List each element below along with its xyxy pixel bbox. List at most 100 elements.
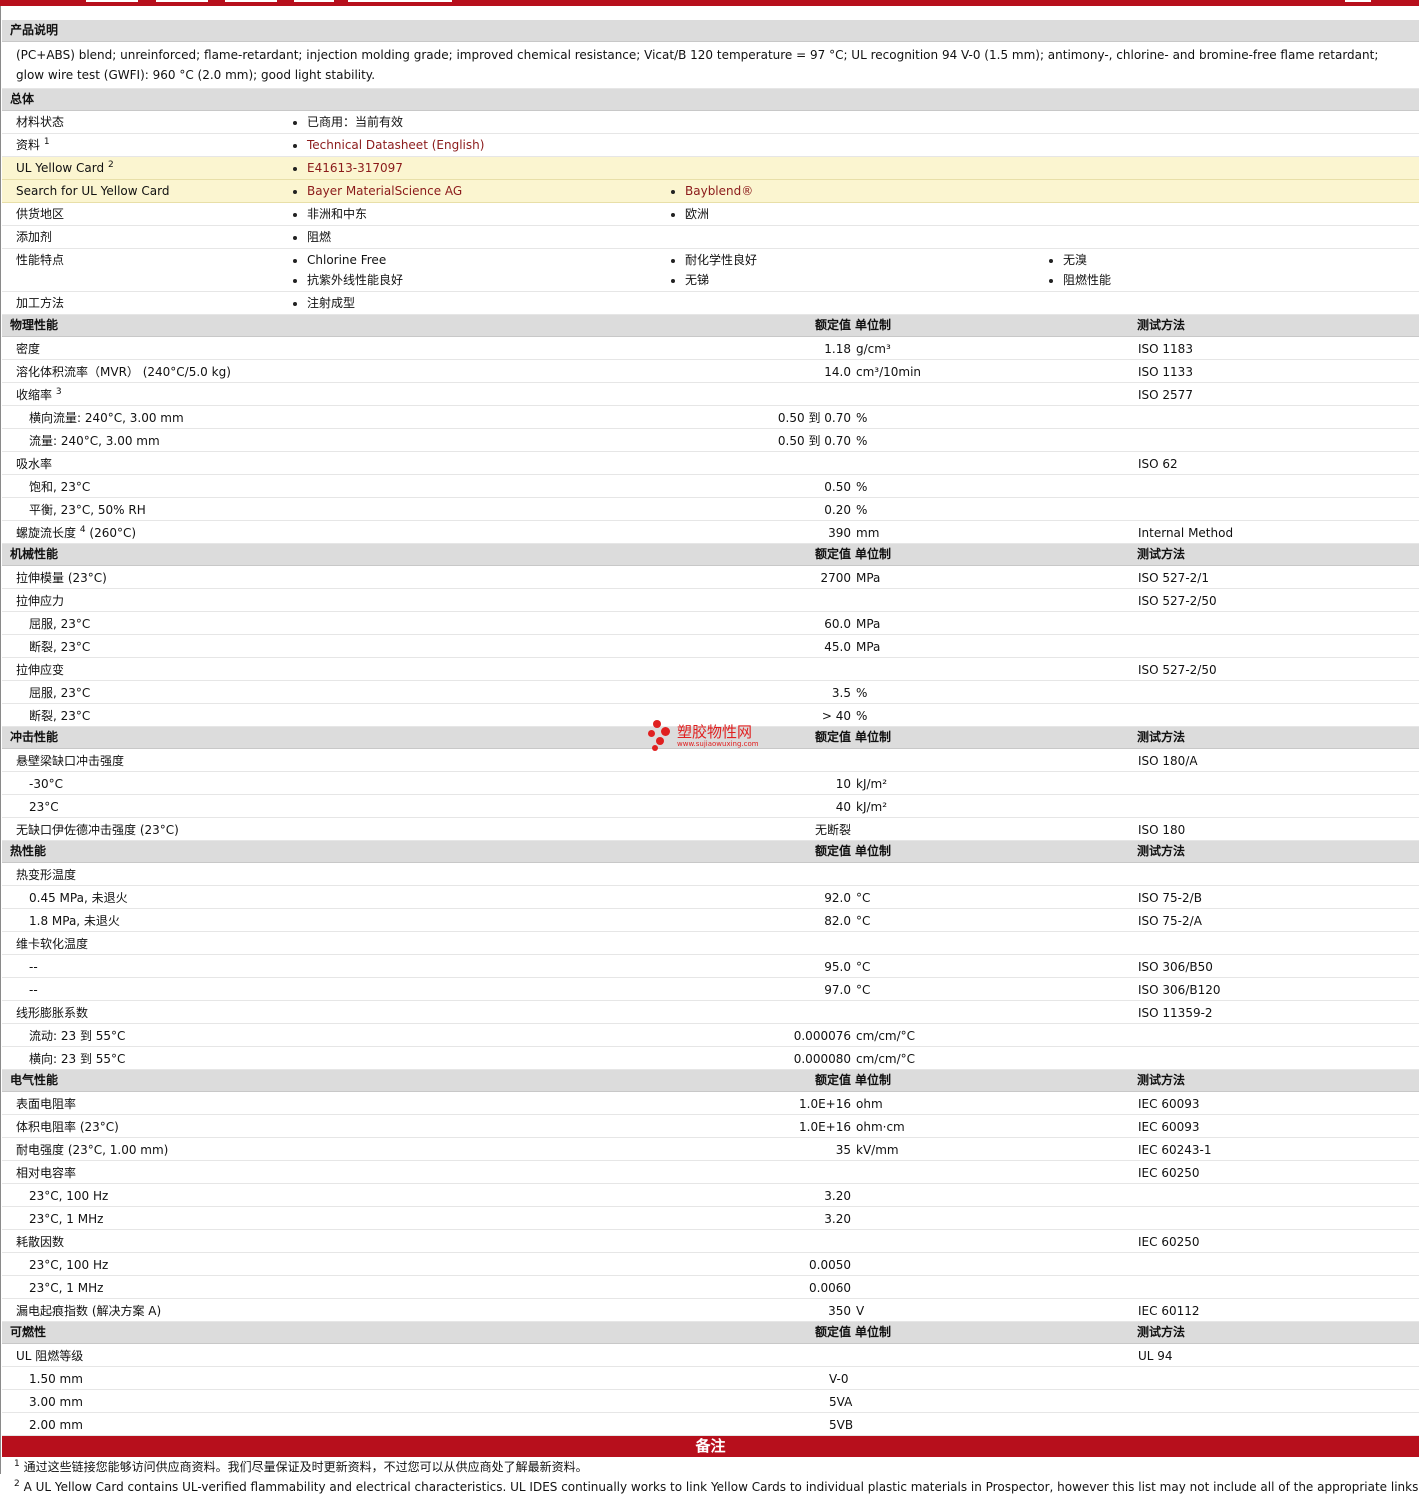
property-value: 5VB <box>829 1418 854 1432</box>
property-label-text: 螺旋流长度 <box>16 526 77 540</box>
property-row: 体积电阻率 (23°C) 1.0E+16 ohm·cm IEC 60093 <box>2 1115 1419 1138</box>
nav-tab-6[interactable] <box>1345 0 1371 2</box>
property-test-method: ISO 306/B50 <box>1138 960 1213 974</box>
property-test-method: ISO 527-2/1 <box>1138 571 1209 585</box>
property-row: 吸水率 ISO 62 <box>2 452 1419 475</box>
general-title: 总体 <box>10 92 35 106</box>
property-label: 表面电阻率 <box>16 1093 76 1115</box>
general-item: 耐化学性良好 <box>670 252 757 269</box>
property-value: 0.000076 <box>793 1029 851 1043</box>
property-row: 表面电阻率 1.0E+16 ohm IEC 60093 <box>2 1092 1419 1115</box>
general-link[interactable]: Bayer MaterialScience AG <box>292 183 462 200</box>
property-test-method: ISO 2577 <box>1138 388 1193 402</box>
property-label-text: 0.45 MPa, 未退火 <box>29 891 128 905</box>
watermark-dots-icon <box>647 719 675 755</box>
general-link[interactable]: E41613-317097 <box>292 160 403 177</box>
property-label-text: 横向: 23 到 55°C <box>29 1052 126 1066</box>
general-link[interactable]: Bayblend® <box>670 183 753 200</box>
nav-tab-3[interactable] <box>225 0 277 2</box>
property-test-method: ISO 1133 <box>1138 365 1193 379</box>
property-sections: 物理性能 额定值 单位制 测试方法 密度 1.18 g/cm³ ISO 1183 溶化体积流率（… <box>2 315 1419 1436</box>
property-label: -- <box>29 979 38 1001</box>
col-header-unit: 单位制 <box>855 547 892 561</box>
property-label-text: 3.00 mm <box>29 1395 83 1409</box>
property-test-method: IEC 60250 <box>1138 1166 1200 1180</box>
property-label: 相对电容率 <box>16 1162 76 1184</box>
property-label-text: 平衡, 23°C, 50% RH <box>29 503 146 517</box>
property-row: 饱和, 23°C 0.50% <box>2 475 1419 498</box>
general-row: UL Yellow Card 2 E41613-317097 <box>2 157 1419 180</box>
general-row-label-text: UL Yellow Card <box>16 161 105 175</box>
nav-tab-4[interactable] <box>294 0 334 2</box>
property-row: 溶化体积流率（MVR） (240°C/5.0 kg) 14.0 cm³/10min I… <box>2 360 1419 383</box>
footnote-ref: 2 <box>107 160 114 170</box>
property-label-text: -- <box>29 983 38 997</box>
property-label: 耐电强度 (23°C, 1.00 mm) <box>16 1139 168 1161</box>
nav-tab-5[interactable] <box>348 0 452 2</box>
property-label: 溶化体积流率（MVR） (240°C/5.0 kg) <box>16 361 231 383</box>
property-unit: MPa <box>856 640 881 654</box>
property-label-text: 23°C, 1 MHz <box>29 1281 104 1295</box>
property-unit: mm <box>856 526 880 540</box>
property-label-text: 23°C, 100 Hz <box>29 1258 109 1272</box>
property-row: 1.8 MPa, 未退火 82.0 °C ISO 75-2/A <box>2 909 1419 932</box>
col-header-value: 额定值 <box>814 844 851 858</box>
nav-tab-1[interactable] <box>86 0 138 2</box>
property-row: 断裂, 23°C 45.0 MPa <box>2 635 1419 658</box>
property-label-text: 拉伸应变 <box>16 663 65 677</box>
property-label: 耗散因数 <box>16 1231 64 1253</box>
property-unit: ohm·cm <box>856 1120 905 1134</box>
property-row: 1.50 mm V-0 <box>2 1367 1419 1390</box>
section-header: 电气性能 额定值 单位制 测试方法 <box>2 1070 1419 1092</box>
property-value: 14.0 <box>824 365 851 379</box>
property-row: 屈服, 23°C 60.0 MPa <box>2 612 1419 635</box>
property-value: 0.0050 <box>809 1258 851 1272</box>
property-unit: cm/cm/°C <box>856 1052 916 1066</box>
product-description-text: (PC+ABS) blend; unreinforced; flame-reta… <box>2 42 1419 89</box>
property-value: 35 <box>835 1143 851 1157</box>
property-label: 螺旋流长度 4 (260°C) <box>16 522 136 544</box>
property-test-method: IEC 60093 <box>1138 1120 1200 1134</box>
property-label: 无缺口伊佐德冲击强度 (23°C) <box>16 819 179 841</box>
general-row-label-text: 性能特点 <box>16 253 65 267</box>
property-value: 3.20 <box>824 1189 851 1203</box>
property-test-method: ISO 62 <box>1138 457 1178 471</box>
property-test-method: ISO 75-2/B <box>1138 891 1202 905</box>
property-label: 屈服, 23°C <box>29 682 90 704</box>
general-row: 添加剂 阻燃 <box>2 226 1419 249</box>
col-header-value: 额定值 <box>814 1073 851 1087</box>
property-test-method: ISO 75-2/A <box>1138 914 1202 928</box>
general-row-label-text: 加工方法 <box>16 296 65 310</box>
property-value: 0.50 到 0.70 <box>777 434 851 448</box>
property-label: 热变形温度 <box>16 864 76 886</box>
property-row: 横向: 23 到 55°C 0.000080 cm/cm/°C <box>2 1047 1419 1070</box>
col-header-method: 测试方法 <box>1137 318 1186 332</box>
property-value: 1.0E+16 <box>799 1097 851 1111</box>
property-unit: % <box>856 411 868 425</box>
property-row: 23°C, 100 Hz 3.20 <box>2 1184 1419 1207</box>
property-label: 横向流量: 240°C, 3.00 mm <box>29 407 184 429</box>
property-label: 23°C, 1 MHz <box>29 1208 103 1230</box>
property-test-method: ISO 527-2/50 <box>1138 594 1217 608</box>
property-value: 3.20 <box>824 1212 851 1226</box>
property-label-text: 流动: 23 到 55°C <box>29 1029 126 1043</box>
property-row: -- 97.0 °C ISO 306/B120 <box>2 978 1419 1001</box>
property-label: -- <box>29 956 38 978</box>
property-row: 收缩率 3 ISO 2577 <box>2 383 1419 406</box>
property-label: 断裂, 23°C <box>29 636 90 658</box>
property-label-text: 表面电阻率 <box>16 1097 77 1111</box>
property-row: 屈服, 23°C 3.5% <box>2 681 1419 704</box>
property-label-text: 流量: 240°C, 3.00 mm <box>29 434 160 448</box>
product-description-title: 产品说明 <box>10 23 59 37</box>
nav-tab-2[interactable] <box>156 0 208 2</box>
property-label-text: 1.50 mm <box>29 1372 83 1386</box>
property-label: 拉伸应力 <box>16 590 64 612</box>
general-item: 无溴 <box>1048 252 1087 269</box>
property-row: 耐电强度 (23°C, 1.00 mm) 35 kV/mm IEC 60243-1 <box>2 1138 1419 1161</box>
property-label-text: 拉伸应力 <box>16 594 65 608</box>
section-header: 可燃性 额定值 单位制 测试方法 <box>2 1322 1419 1344</box>
property-unit: % <box>856 686 868 700</box>
property-value: 60.0 <box>824 617 851 631</box>
property-unit: cm/cm/°C <box>856 1029 916 1043</box>
general-link[interactable]: Technical Datasheet (English) <box>292 137 484 154</box>
